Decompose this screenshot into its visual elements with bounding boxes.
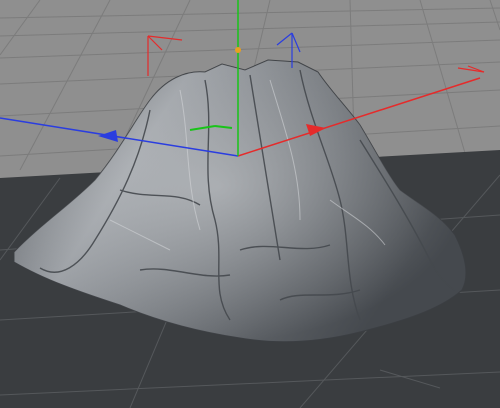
3d-viewport[interactable] <box>0 0 500 408</box>
origin-handle <box>235 47 241 53</box>
y-axis-arrow-icon[interactable] <box>235 47 241 53</box>
viewport-canvas[interactable] <box>0 0 500 408</box>
